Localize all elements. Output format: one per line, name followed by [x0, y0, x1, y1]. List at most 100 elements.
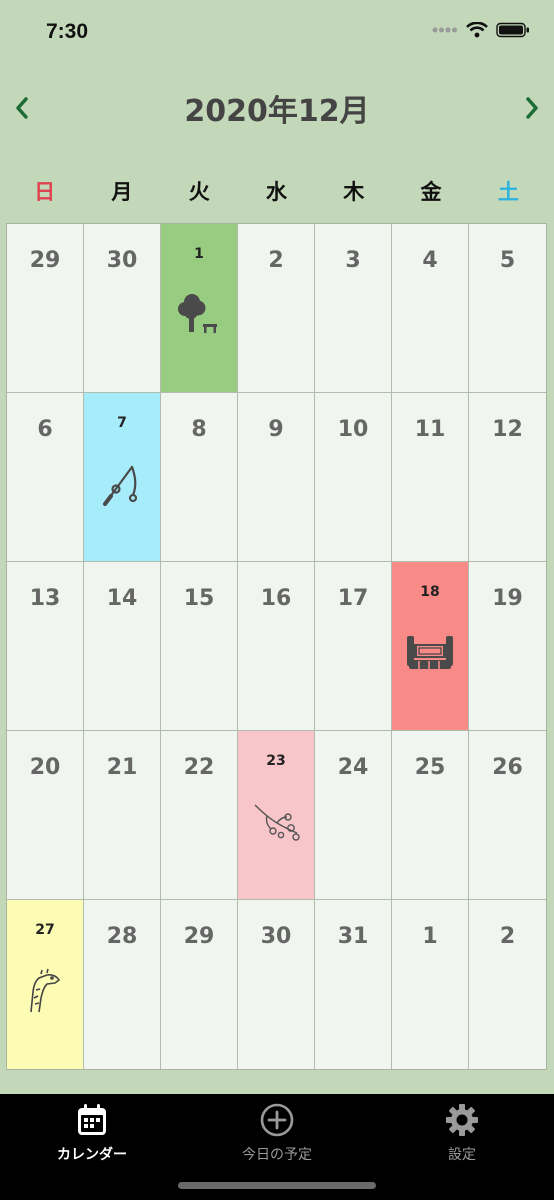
- calendar-day-cell[interactable]: 5: [469, 224, 546, 393]
- tab-today-label: 今日の予定: [242, 1147, 312, 1163]
- plus-circle-icon: [260, 1103, 294, 1137]
- day-number: 8: [191, 417, 207, 442]
- next-month-button[interactable]: [512, 88, 552, 128]
- cherry-blossom-icon: [238, 799, 314, 843]
- status-bar: 7:30: [0, 0, 554, 66]
- day-number: 6: [37, 417, 53, 442]
- day-number: 7: [117, 415, 127, 431]
- day-number: 1: [194, 246, 204, 262]
- calendar-day-cell[interactable]: 30: [238, 900, 315, 1069]
- day-number: 30: [106, 248, 138, 273]
- wifi-icon: [466, 22, 488, 38]
- signal-icon: [432, 27, 457, 33]
- day-number: 9: [268, 417, 284, 442]
- tab-settings[interactable]: 設定: [392, 1102, 532, 1164]
- calendar-day-cell[interactable]: 21: [84, 731, 161, 900]
- month-title: 2020年12月: [184, 94, 370, 129]
- weekday-sunday: 日: [34, 180, 56, 204]
- calendar-day-cell[interactable]: 1: [392, 900, 469, 1069]
- tab-calendar[interactable]: カレンダー: [22, 1102, 162, 1164]
- calendar-day-cell[interactable]: 16: [238, 562, 315, 731]
- day-number: 25: [414, 755, 446, 780]
- day-number: 29: [183, 924, 215, 949]
- calendar-day-cell[interactable]: 26: [469, 731, 546, 900]
- day-number: 20: [29, 755, 61, 780]
- day-number: 22: [183, 755, 215, 780]
- calendar-day-cell[interactable]: 2: [238, 224, 315, 393]
- calendar-day-cell[interactable]: 23: [238, 731, 315, 900]
- day-number: 31: [337, 924, 369, 949]
- calendar-header: 2020年12月: [0, 80, 554, 136]
- tab-today-schedule[interactable]: 今日の予定: [207, 1102, 347, 1164]
- calendar-day-cell[interactable]: 25: [392, 731, 469, 900]
- calendar-day-cell[interactable]: 19: [469, 562, 546, 731]
- calendar-day-cell[interactable]: 9: [238, 393, 315, 562]
- tab-settings-label: 設定: [448, 1147, 476, 1163]
- calendar-day-cell[interactable]: 29: [7, 224, 84, 393]
- day-number: 14: [106, 586, 138, 611]
- tree-bench-icon: [161, 292, 237, 336]
- calendar-day-cell[interactable]: 17: [315, 562, 392, 731]
- day-number: 23: [266, 753, 286, 769]
- gear-icon: [446, 1104, 478, 1136]
- calendar-day-cell[interactable]: 6: [7, 393, 84, 562]
- day-number: 24: [337, 755, 369, 780]
- weekday-friday: 金: [420, 180, 442, 204]
- calendar-day-cell[interactable]: 13: [7, 562, 84, 731]
- calendar-day-cell[interactable]: 4: [392, 224, 469, 393]
- weekday-tuesday: 火: [188, 180, 210, 204]
- calendar-grid: 29 30 1 2 3 4 5 6 7 8 9 10 11 12 13 14 15 16 17 18 19 20 21 22 2…: [6, 223, 547, 1070]
- day-number: 16: [260, 586, 292, 611]
- day-number: 13: [29, 586, 61, 611]
- day-number: 12: [492, 417, 523, 442]
- day-number: 3: [345, 248, 361, 273]
- calendar-day-cell[interactable]: 3: [315, 224, 392, 393]
- calendar-day-cell[interactable]: 2: [469, 900, 546, 1069]
- weekday-header-row: 日 月 火 水 木 金 土: [6, 170, 547, 214]
- calendar-day-cell[interactable]: 28: [84, 900, 161, 1069]
- status-time: 7:30: [46, 20, 89, 43]
- day-number: 17: [337, 586, 369, 611]
- day-number: 1: [422, 924, 438, 949]
- status-icons: [432, 22, 530, 38]
- game-controller-icon: [392, 630, 468, 672]
- day-number: 4: [422, 248, 438, 273]
- weekday-saturday: 土: [497, 180, 519, 204]
- tab-calendar-label: カレンダー: [57, 1147, 127, 1163]
- day-number: 21: [106, 755, 138, 780]
- day-number: 2: [499, 924, 516, 949]
- calendar-icon: [78, 1104, 106, 1135]
- calendar-day-cell[interactable]: 30: [84, 224, 161, 393]
- battery-icon: [496, 22, 529, 38]
- day-number: 28: [106, 924, 138, 949]
- fishing-rod-icon: [84, 461, 160, 507]
- weekday-monday: 月: [111, 180, 133, 204]
- calendar-day-cell[interactable]: 15: [161, 562, 238, 731]
- day-number: 10: [337, 417, 369, 442]
- day-number: 18: [420, 584, 440, 600]
- day-number: 15: [183, 586, 215, 611]
- calendar-day-cell[interactable]: 8: [161, 393, 238, 562]
- calendar-day-cell[interactable]: 24: [315, 731, 392, 900]
- calendar-day-cell[interactable]: 29: [161, 900, 238, 1069]
- day-number: 29: [29, 248, 61, 273]
- day-number: 19: [492, 586, 523, 611]
- calendar-day-cell[interactable]: 18: [392, 562, 469, 731]
- calendar-day-cell[interactable]: 27: [7, 900, 84, 1069]
- calendar-day-cell[interactable]: 1: [161, 224, 238, 393]
- calendar-day-cell[interactable]: 31: [315, 900, 392, 1069]
- calendar-day-cell[interactable]: 14: [84, 562, 161, 731]
- giraffe-icon: [7, 968, 83, 1014]
- calendar-day-cell[interactable]: 12: [469, 393, 546, 562]
- calendar-day-cell[interactable]: 22: [161, 731, 238, 900]
- calendar-day-cell[interactable]: 11: [392, 393, 469, 562]
- day-number: 5: [499, 248, 516, 273]
- calendar-day-cell[interactable]: 10: [315, 393, 392, 562]
- day-number: 11: [414, 417, 446, 442]
- home-indicator: [178, 1182, 376, 1189]
- calendar-day-cell[interactable]: 7: [84, 393, 161, 562]
- chevron-right-icon: [526, 97, 538, 119]
- calendar-day-cell[interactable]: 20: [7, 731, 84, 900]
- day-number: 30: [260, 924, 292, 949]
- day-number: 2: [268, 248, 284, 273]
